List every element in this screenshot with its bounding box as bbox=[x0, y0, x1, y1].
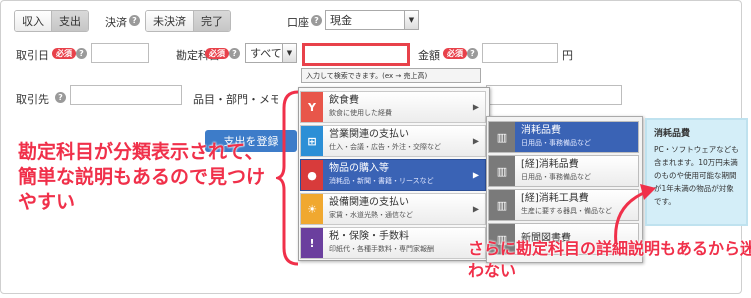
category-group-value: すべて bbox=[250, 47, 282, 60]
help-icon[interactable]: ? bbox=[311, 15, 322, 26]
category-description: 家賃・水道光熱・通信など bbox=[329, 211, 413, 219]
sub-category-description: 生産に要する器具・備品など bbox=[521, 207, 612, 215]
required-badge: 必須 bbox=[443, 48, 467, 59]
category-description: 印紙代・各種手数料・専門家報酬 bbox=[329, 245, 434, 253]
category-menu-text: 税・保険・手数料印紙代・各種手数料・専門家報酬 bbox=[323, 231, 434, 255]
item-label: 品目・部門・メモタグ bbox=[193, 93, 278, 106]
chevron-down-icon: ▼ bbox=[404, 11, 418, 29]
category-menu-item[interactable]: ☀ 設備関連の支払い 家賃・水道光熱・通信など ▶ bbox=[300, 193, 486, 225]
category-description: 仕入・会議・広告・外注・交際など bbox=[329, 143, 441, 151]
yen-unit: 円 bbox=[562, 49, 573, 62]
amount-label: 金額 bbox=[418, 49, 440, 62]
account-select[interactable]: 現金 ▼ bbox=[325, 10, 419, 30]
required-badge: 必須 bbox=[52, 48, 76, 59]
income-toggle[interactable]: 収入 bbox=[15, 11, 52, 31]
sub-category-name: 消耗品費 bbox=[521, 125, 561, 136]
category-name: 税・保険・手数料 bbox=[329, 231, 409, 242]
help-icon[interactable]: ? bbox=[229, 48, 240, 59]
chevron-right-icon: ▶ bbox=[472, 204, 479, 214]
help-icon[interactable]: ? bbox=[129, 15, 140, 26]
warning-icon: ! bbox=[301, 228, 323, 258]
account-value: 現金 bbox=[330, 14, 352, 27]
drop-icon: ● bbox=[301, 160, 323, 190]
help-icon[interactable]: ? bbox=[55, 92, 66, 103]
amount-input[interactable] bbox=[482, 43, 558, 63]
category-menu-text: 飲食費飲食に使用した経費 bbox=[323, 95, 392, 119]
income-expense-toggle: 収入 支出 bbox=[14, 10, 89, 32]
chevron-right-icon: ▶ bbox=[472, 136, 479, 146]
sub-menu-item[interactable]: ▥ 消耗品費 日用品・事務備品など bbox=[488, 121, 639, 153]
help-icon[interactable]: ? bbox=[76, 48, 87, 59]
trash-icon: ▥ bbox=[489, 156, 515, 186]
sub-menu-text: [経]消耗品費日用品・事務備品など bbox=[515, 159, 591, 183]
left-annotation: 勘定科目が分類表示されて、簡単な説明もあるので見つけやすい bbox=[18, 141, 266, 213]
category-menu-text: 物品の購入等消耗品・新聞・書籍・リースなど bbox=[323, 163, 434, 187]
category-search-input[interactable] bbox=[302, 43, 410, 66]
category-name: 飲食費 bbox=[329, 95, 359, 106]
category-group-select[interactable]: すべて ▼ bbox=[245, 43, 297, 63]
account-label: 口座 bbox=[287, 16, 309, 29]
date-label: 取引日 bbox=[16, 49, 49, 62]
category-menu-text: 設備関連の支払い 家賃・水道光熱・通信など bbox=[323, 197, 413, 221]
chevron-right-icon: ▶ bbox=[472, 102, 479, 112]
help-icon[interactable]: ? bbox=[467, 48, 478, 59]
trash-icon: ▥ bbox=[489, 122, 515, 152]
trash-icon: ▥ bbox=[489, 190, 515, 220]
settlement-label: 決済 bbox=[105, 16, 127, 29]
settlement-toggle: 未決済 完了 bbox=[145, 10, 231, 32]
sub-menu-text: [経]消耗工具費生産に要する器具・備品など bbox=[515, 193, 612, 217]
lightbulb-icon: ☀ bbox=[301, 194, 323, 224]
category-menu-item[interactable]: ! 税・保険・手数料 印紙代・各種手数料・専門家報酬 bbox=[300, 227, 486, 259]
partner-input[interactable] bbox=[70, 85, 182, 105]
sub-menu-text: 消耗品費日用品・事務備品など bbox=[515, 125, 591, 149]
category-menu-item[interactable]: Y 飲食費 飲食に使用した経費 ▶ bbox=[300, 91, 486, 123]
category-description: 飲食に使用した経費 bbox=[329, 109, 392, 117]
bracket-annotation bbox=[276, 90, 299, 266]
category-description: 消耗品・新聞・書籍・リースなど bbox=[329, 177, 434, 185]
glass-icon: Y bbox=[301, 92, 323, 122]
category-name: 設備関連の支払い bbox=[329, 197, 409, 208]
category-menu-text: 営業関連の支払い仕入・会議・広告・外注・交際など bbox=[323, 129, 441, 153]
partner-label: 取引先 bbox=[16, 93, 49, 106]
category-name: 営業関連の支払い bbox=[329, 129, 409, 140]
required-badge: 必須 bbox=[205, 48, 229, 59]
cart-icon: ⊞ bbox=[301, 126, 323, 156]
chevron-down-icon: ▼ bbox=[282, 44, 296, 62]
sub-category-description: 日用品・事務備品など bbox=[521, 173, 591, 181]
arrow-annotation bbox=[614, 184, 656, 245]
item-input[interactable] bbox=[486, 85, 622, 105]
date-input[interactable] bbox=[91, 43, 149, 63]
detail-body: PC・ソフトウェアなども含まれます。10万円未満のものや使用可能な期間が1年未満… bbox=[654, 145, 739, 206]
detail-title: 消耗品費 bbox=[654, 129, 691, 139]
category-menu-item[interactable]: ● 物品の購入等 消耗品・新聞・書籍・リースなど ▶ bbox=[300, 159, 486, 191]
category-name: 物品の購入等 bbox=[329, 163, 389, 174]
category-menu-item[interactable]: ⊞ 営業関連の支払い 仕入・会議・広告・外注・交際など ▶ bbox=[300, 125, 486, 157]
sub-category-description: 日用品・事務備品など bbox=[521, 139, 591, 147]
chevron-right-icon: ▶ bbox=[472, 170, 479, 180]
expense-toggle[interactable]: 支出 bbox=[52, 11, 88, 31]
settled-toggle[interactable]: 完了 bbox=[194, 11, 230, 31]
search-hint: 入力して検索できます。(ex → 売上高) bbox=[301, 68, 481, 83]
unsettled-toggle[interactable]: 未決済 bbox=[146, 11, 194, 31]
sub-category-name: [経]消耗工具費 bbox=[521, 193, 589, 204]
sub-category-name: [経]消耗品費 bbox=[521, 159, 579, 170]
